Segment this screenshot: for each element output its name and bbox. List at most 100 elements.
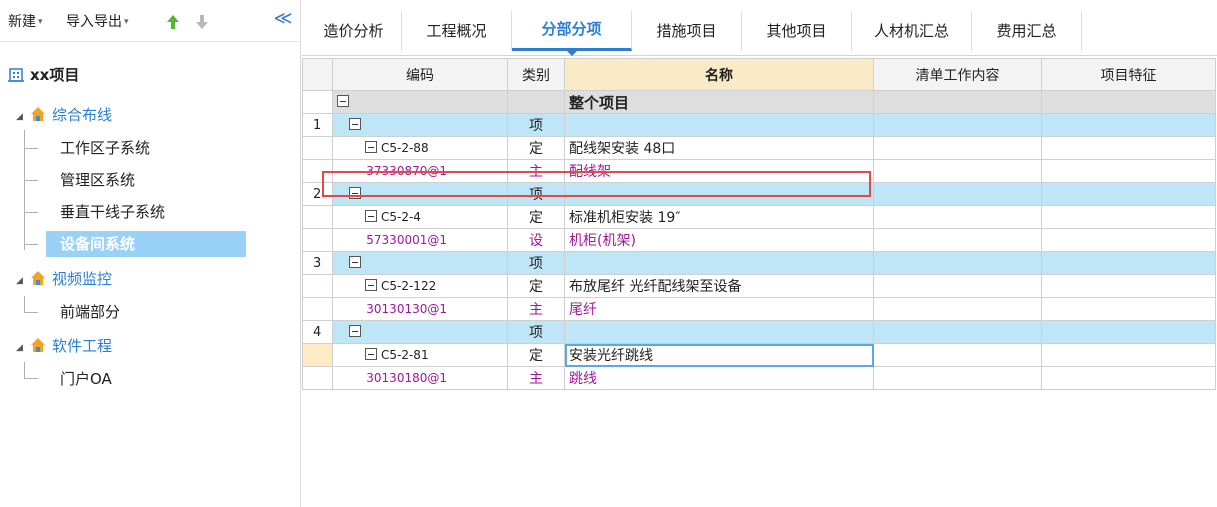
features-cell[interactable]: [1041, 251, 1216, 275]
tree-item-equipment-room[interactable]: 设备间系统: [46, 231, 246, 257]
work-content-cell[interactable]: [873, 366, 1042, 390]
code-cell[interactable]: 57330001@1: [332, 228, 508, 252]
name-cell[interactable]: [564, 251, 874, 275]
type-cell[interactable]: [507, 90, 565, 114]
expand-icon[interactable]: ◢: [16, 336, 26, 360]
tab-project-overview[interactable]: 工程概况: [402, 11, 512, 51]
collapse-icon[interactable]: [365, 210, 377, 222]
work-content-cell[interactable]: [873, 90, 1042, 114]
features-cell[interactable]: [1041, 297, 1216, 321]
code-cell[interactable]: 37330870@1: [332, 159, 508, 183]
name-cell[interactable]: 跳线: [564, 366, 874, 390]
name-cell[interactable]: 配线架: [564, 159, 874, 183]
tab-labor-material-summary[interactable]: 人材机汇总: [852, 11, 972, 51]
name-cell[interactable]: [564, 182, 874, 206]
col-header-name[interactable]: 名称: [564, 58, 874, 91]
table-row[interactable]: 3 项: [302, 251, 1216, 275]
col-header-features[interactable]: 项目特征: [1041, 58, 1216, 91]
tab-measures[interactable]: 措施项目: [632, 11, 742, 51]
table-row[interactable]: 2 项: [302, 182, 1216, 206]
collapse-icon[interactable]: [349, 325, 361, 337]
features-cell[interactable]: [1041, 136, 1216, 160]
work-content-cell[interactable]: [873, 274, 1042, 298]
work-content-cell[interactable]: [873, 297, 1042, 321]
type-cell[interactable]: 主: [507, 159, 565, 183]
type-cell[interactable]: 定: [507, 343, 565, 367]
type-cell[interactable]: 设: [507, 228, 565, 252]
col-header-code[interactable]: 编码: [332, 58, 508, 91]
table-row[interactable]: 30130130@1 主 尾纤: [302, 297, 1216, 321]
table-row[interactable]: 整个项目: [302, 90, 1216, 114]
tree-item-work-area[interactable]: 工作区子系统: [60, 135, 150, 161]
features-cell[interactable]: [1041, 366, 1216, 390]
features-cell[interactable]: [1041, 113, 1216, 137]
features-cell[interactable]: [1041, 343, 1216, 367]
code-cell[interactable]: 30130180@1: [332, 366, 508, 390]
features-cell[interactable]: [1041, 320, 1216, 344]
tree-item-portal-oa[interactable]: 门户OA: [60, 366, 112, 392]
work-content-cell[interactable]: [873, 136, 1042, 160]
type-cell[interactable]: 项: [507, 320, 565, 344]
tab-fee-summary[interactable]: 费用汇总: [972, 11, 1082, 51]
collapse-icon[interactable]: [337, 95, 349, 107]
type-cell[interactable]: 主: [507, 366, 565, 390]
work-content-cell[interactable]: [873, 205, 1042, 229]
expand-icon[interactable]: ◢: [16, 105, 26, 129]
table-row[interactable]: C5-2-4 定 标准机柜安装 19″: [302, 205, 1216, 229]
type-cell[interactable]: 定: [507, 205, 565, 229]
name-cell[interactable]: [564, 320, 874, 344]
type-cell[interactable]: 定: [507, 136, 565, 160]
collapse-icon[interactable]: [349, 118, 361, 130]
features-cell[interactable]: [1041, 228, 1216, 252]
collapse-icon[interactable]: [349, 187, 361, 199]
type-cell[interactable]: 项: [507, 113, 565, 137]
tree-item-management[interactable]: 管理区系统: [60, 167, 135, 193]
work-content-cell[interactable]: [873, 320, 1042, 344]
table-row[interactable]: 57330001@1 设 机柜(机架): [302, 228, 1216, 252]
name-cell[interactable]: 安装光纤跳线: [564, 343, 874, 367]
table-row[interactable]: 4 项: [302, 320, 1216, 344]
import-export-button[interactable]: 导入导出 ▾: [66, 12, 129, 32]
name-cell[interactable]: 整个项目: [564, 90, 874, 114]
tree-item-backbone[interactable]: 垂直干线子系统: [60, 199, 165, 225]
code-cell[interactable]: [332, 182, 508, 206]
table-row[interactable]: C5-2-81 定 安装光纤跳线: [302, 343, 1216, 367]
col-header-type[interactable]: 类别: [507, 58, 565, 91]
type-cell[interactable]: 定: [507, 274, 565, 298]
type-cell[interactable]: 项: [507, 251, 565, 275]
name-cell[interactable]: 布放尾纤 光纤配线架至设备: [564, 274, 874, 298]
name-cell[interactable]: 尾纤: [564, 297, 874, 321]
work-content-cell[interactable]: [873, 159, 1042, 183]
name-cell[interactable]: 机柜(机架): [564, 228, 874, 252]
code-cell[interactable]: [332, 90, 508, 114]
code-cell[interactable]: [332, 251, 508, 275]
code-cell[interactable]: [332, 113, 508, 137]
features-cell[interactable]: [1041, 90, 1216, 114]
move-down-icon[interactable]: [195, 14, 209, 30]
code-cell[interactable]: C5-2-88: [332, 136, 508, 160]
tree-group-cabling[interactable]: ◢ 综合布线: [16, 103, 112, 127]
expand-icon[interactable]: ◢: [16, 269, 26, 293]
code-cell[interactable]: [332, 320, 508, 344]
features-cell[interactable]: [1041, 274, 1216, 298]
table-row[interactable]: C5-2-122 定 布放尾纤 光纤配线架至设备: [302, 274, 1216, 298]
code-cell[interactable]: C5-2-122: [332, 274, 508, 298]
name-cell[interactable]: [564, 113, 874, 137]
table-row[interactable]: 1 项: [302, 113, 1216, 137]
type-cell[interactable]: 项: [507, 182, 565, 206]
tree-item-frontend[interactable]: 前端部分: [60, 299, 120, 325]
new-button[interactable]: 新建 ▾: [8, 12, 43, 32]
name-cell[interactable]: 配线架安装 48口: [564, 136, 874, 160]
code-cell[interactable]: C5-2-81: [332, 343, 508, 367]
tree-group-software[interactable]: ◢ 软件工程: [16, 334, 112, 358]
code-cell[interactable]: C5-2-4: [332, 205, 508, 229]
collapse-icon[interactable]: [365, 141, 377, 153]
type-cell[interactable]: 主: [507, 297, 565, 321]
tree-group-video[interactable]: ◢ 视频监控: [16, 267, 112, 291]
work-content-cell[interactable]: [873, 343, 1042, 367]
move-up-icon[interactable]: [166, 14, 180, 30]
code-cell[interactable]: 30130130@1: [332, 297, 508, 321]
work-content-cell[interactable]: [873, 113, 1042, 137]
table-row[interactable]: 37330870@1 主 配线架: [302, 159, 1216, 183]
work-content-cell[interactable]: [873, 251, 1042, 275]
